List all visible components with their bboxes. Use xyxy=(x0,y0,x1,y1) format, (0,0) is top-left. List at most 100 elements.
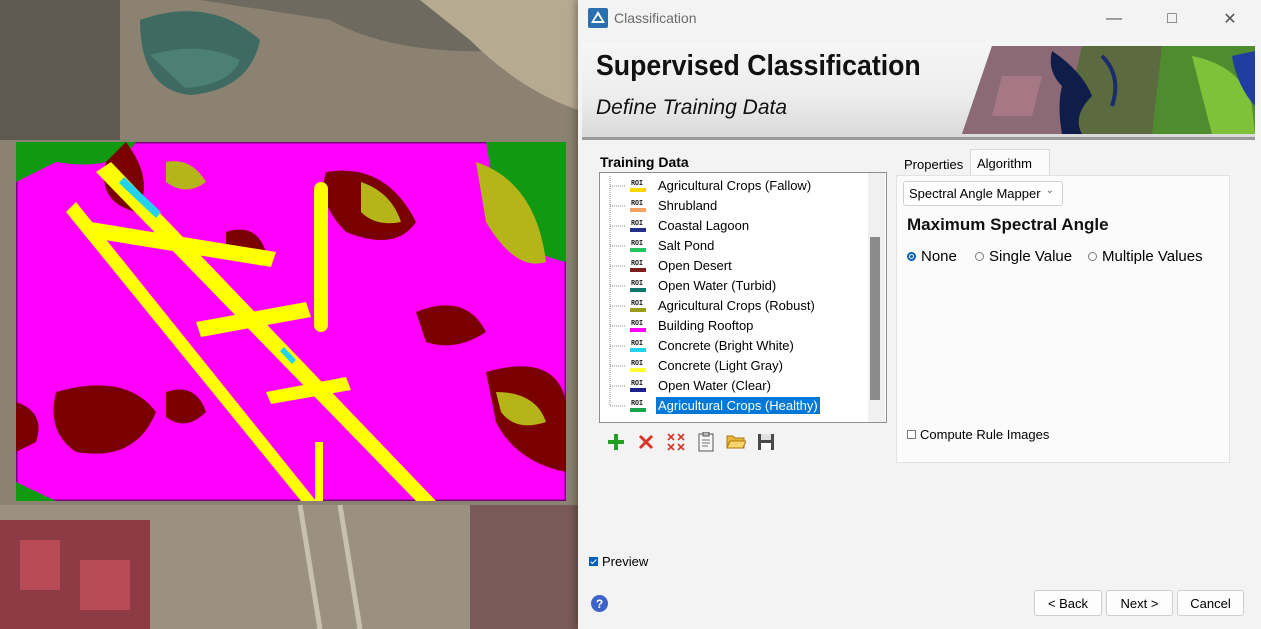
list-item[interactable]: ROI Shrubland xyxy=(600,196,868,216)
list-item[interactable]: ROI Agricultural Crops (Healthy) xyxy=(600,396,868,416)
tab-properties[interactable]: Properties xyxy=(898,151,974,177)
algorithm-select[interactable]: Spectral Angle Mapper ⌄ xyxy=(903,181,1063,206)
roi-icon: ROI xyxy=(630,359,648,374)
banner-satellite-image xyxy=(962,46,1255,134)
roi-icon-text: ROI xyxy=(631,199,643,207)
list-item-label: Open Water (Clear) xyxy=(658,378,771,393)
maximize-icon[interactable]: □ xyxy=(1149,6,1195,32)
help-icon[interactable]: ? xyxy=(591,595,608,612)
list-item[interactable]: ROI Concrete (Light Gray) xyxy=(600,356,868,376)
roi-color-swatch xyxy=(630,328,646,332)
training-data-label: Training Data xyxy=(600,154,689,170)
roi-icon: ROI xyxy=(630,339,648,354)
radio-single-value[interactable]: Single Value xyxy=(975,248,1072,265)
roi-icon: ROI xyxy=(630,319,648,334)
title-bar: Classification — □ ✕ xyxy=(578,0,1261,38)
preview-checkbox[interactable] xyxy=(589,557,598,566)
delete-icon[interactable] xyxy=(635,430,657,454)
algorithm-panel: Spectral Angle Mapper ⌄ Maximum Spectral… xyxy=(896,175,1230,463)
radio-none-label: None xyxy=(921,248,957,265)
radio-multiple-values-indicator[interactable] xyxy=(1088,252,1097,261)
list-item[interactable]: ROI Open Desert xyxy=(600,256,868,276)
tree-connector xyxy=(609,236,626,256)
compute-rule-images-checkbox[interactable] xyxy=(907,430,916,439)
roi-color-swatch xyxy=(630,228,646,232)
list-item-label: Coastal Lagoon xyxy=(658,218,750,233)
roi-icon: ROI xyxy=(630,239,648,254)
radio-single-value-indicator[interactable] xyxy=(975,252,984,261)
max-spectral-angle-heading: Maximum Spectral Angle xyxy=(907,215,1109,234)
roi-color-swatch xyxy=(630,248,646,252)
list-item[interactable]: ROI Open Water (Clear) xyxy=(600,376,868,396)
minimize-icon[interactable]: — xyxy=(1091,6,1137,32)
roi-icon-text: ROI xyxy=(631,219,643,227)
roi-icon: ROI xyxy=(630,259,648,274)
tree-connector xyxy=(609,396,626,407)
clipboard-icon[interactable] xyxy=(695,430,717,454)
tab-algorithm[interactable]: Algorithm xyxy=(970,149,1050,176)
list-item[interactable]: ROI Open Water (Turbid) xyxy=(600,276,868,296)
banner-subtitle: Define Training Data xyxy=(596,96,788,119)
roi-icon-text: ROI xyxy=(631,179,643,187)
classification-dialog: Classification — □ ✕ Supervised Classifi… xyxy=(578,0,1261,629)
tree-connector xyxy=(609,196,626,216)
tree-connector xyxy=(609,276,626,296)
list-item-label: Concrete (Bright White) xyxy=(658,338,794,353)
list-item[interactable]: ROI Concrete (Bright White) xyxy=(600,336,868,356)
roi-icon-text: ROI xyxy=(631,399,643,407)
list-item[interactable]: ROI Coastal Lagoon xyxy=(600,216,868,236)
scrollbar-thumb[interactable] xyxy=(870,237,880,400)
tree-connector xyxy=(609,356,626,376)
radio-none[interactable]: None xyxy=(907,248,957,265)
radio-single-value-label: Single Value xyxy=(989,248,1073,265)
tree-connector xyxy=(609,336,626,356)
roi-color-swatch xyxy=(630,268,646,272)
save-icon[interactable] xyxy=(755,430,777,454)
window-title: Classification xyxy=(614,10,697,26)
tree-connector xyxy=(609,376,626,396)
roi-icon: ROI xyxy=(630,219,648,234)
list-item[interactable]: ROI Agricultural Crops (Robust) xyxy=(600,296,868,316)
training-data-list[interactable]: ROI Agricultural Crops (Fallow) ROI Shrubla… xyxy=(599,172,887,423)
list-item-label: Concrete (Light Gray) xyxy=(658,358,783,373)
roi-icon: ROI xyxy=(630,279,648,294)
roi-color-swatch xyxy=(630,188,646,192)
list-item[interactable]: ROI Building Rooftop xyxy=(600,316,868,336)
tree-connector xyxy=(609,316,626,336)
wizard-banner: Supervised Classification Define Trainin… xyxy=(582,42,1255,140)
roi-icon-text: ROI xyxy=(631,319,643,327)
preview-label: Preview xyxy=(602,554,649,569)
cancel-button[interactable]: Cancel xyxy=(1177,590,1244,616)
roi-color-swatch xyxy=(630,388,646,392)
next-button[interactable]: Next > xyxy=(1106,590,1173,616)
roi-icon-text: ROI xyxy=(631,359,643,367)
roi-color-swatch xyxy=(630,288,646,292)
roi-icon-text: ROI xyxy=(631,259,643,267)
delete-all-icon[interactable] xyxy=(665,430,687,454)
list-item-label: Agricultural Crops (Fallow) xyxy=(658,178,812,193)
list-scrollbar[interactable] xyxy=(868,173,885,422)
roi-icon: ROI xyxy=(630,399,648,414)
tree-connector xyxy=(609,256,626,276)
tree-connector xyxy=(609,216,626,236)
open-folder-icon[interactable] xyxy=(725,430,747,454)
roi-icon: ROI xyxy=(630,199,648,214)
chevron-down-icon: ⌄ xyxy=(1045,185,1054,196)
list-item[interactable]: ROI Agricultural Crops (Fallow) xyxy=(600,176,868,196)
tree-connector xyxy=(609,176,626,196)
add-icon[interactable] xyxy=(605,430,627,454)
list-item[interactable]: ROI Salt Pond xyxy=(600,236,868,256)
radio-multiple-values[interactable]: Multiple Values xyxy=(1088,248,1203,265)
roi-icon: ROI xyxy=(630,379,648,394)
radio-none-indicator[interactable] xyxy=(907,252,916,261)
list-item-label: Building Rooftop xyxy=(658,318,754,333)
list-item-label: Agricultural Crops (Robust) xyxy=(658,298,815,313)
preview-row[interactable]: Preview xyxy=(589,554,648,569)
compute-rule-images-row[interactable]: Compute Rule Images xyxy=(907,427,1049,442)
close-icon[interactable]: ✕ xyxy=(1207,6,1253,32)
roi-icon-text: ROI xyxy=(631,239,643,247)
roi-color-swatch xyxy=(630,408,646,412)
classification-overlay[interactable] xyxy=(16,142,566,501)
back-button[interactable]: < Back xyxy=(1034,590,1102,616)
roi-color-swatch xyxy=(630,368,646,372)
